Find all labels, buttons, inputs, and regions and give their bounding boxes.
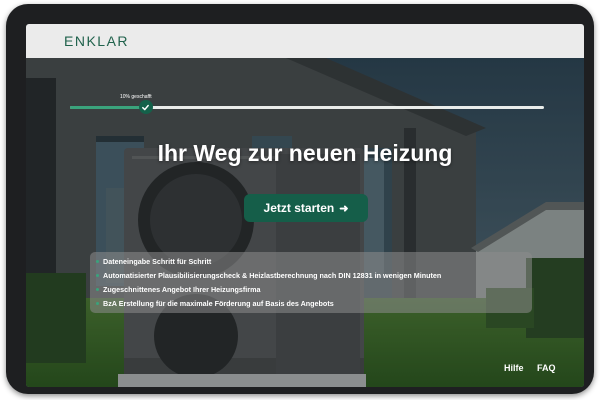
brand-logo[interactable]: ENKLAR: [64, 33, 129, 49]
help-link[interactable]: Hilfe: [504, 363, 524, 373]
faq-link[interactable]: FAQ: [537, 363, 556, 373]
tablet-frame: ENKLAR 10% geschafft Ihr Weg zur neuen H…: [6, 4, 594, 394]
feature-text: BzA Erstellung für die maximale Förderun…: [103, 298, 334, 308]
progress-bar: [70, 100, 544, 114]
bullet-icon: [96, 287, 99, 291]
start-button-label: Jetzt starten: [263, 201, 335, 215]
arrow-right-icon: ➜: [339, 202, 349, 215]
feature-item: BzA Erstellung für die maximale Förderun…: [90, 296, 334, 310]
feature-text: Dateneingabe Schritt für Schritt: [103, 256, 212, 266]
progress-fill: [70, 106, 146, 109]
feature-text: Automatisierter Plausibilisierungscheck …: [103, 270, 442, 280]
screen: ENKLAR 10% geschafft Ihr Weg zur neuen H…: [26, 24, 584, 387]
feature-list: Dateneingabe Schritt für Schritt Automat…: [90, 252, 532, 313]
bullet-icon: [96, 273, 99, 277]
start-button[interactable]: Jetzt starten ➜: [244, 194, 368, 222]
top-header: ENKLAR: [26, 24, 584, 58]
bullet-icon: [96, 259, 99, 263]
bullet-icon: [96, 301, 99, 305]
feature-text: Zugeschnittenes Angebot Ihrer Heizungsfi…: [103, 284, 261, 294]
check-icon: [138, 100, 153, 114]
feature-item: Automatisierter Plausibilisierungscheck …: [90, 268, 441, 282]
hero-title: Ihr Weg zur neuen Heizung: [157, 140, 453, 166]
feature-item: Zugeschnittenes Angebot Ihrer Heizungsfi…: [90, 282, 260, 296]
feature-item: Dateneingabe Schritt für Schritt: [90, 254, 211, 268]
